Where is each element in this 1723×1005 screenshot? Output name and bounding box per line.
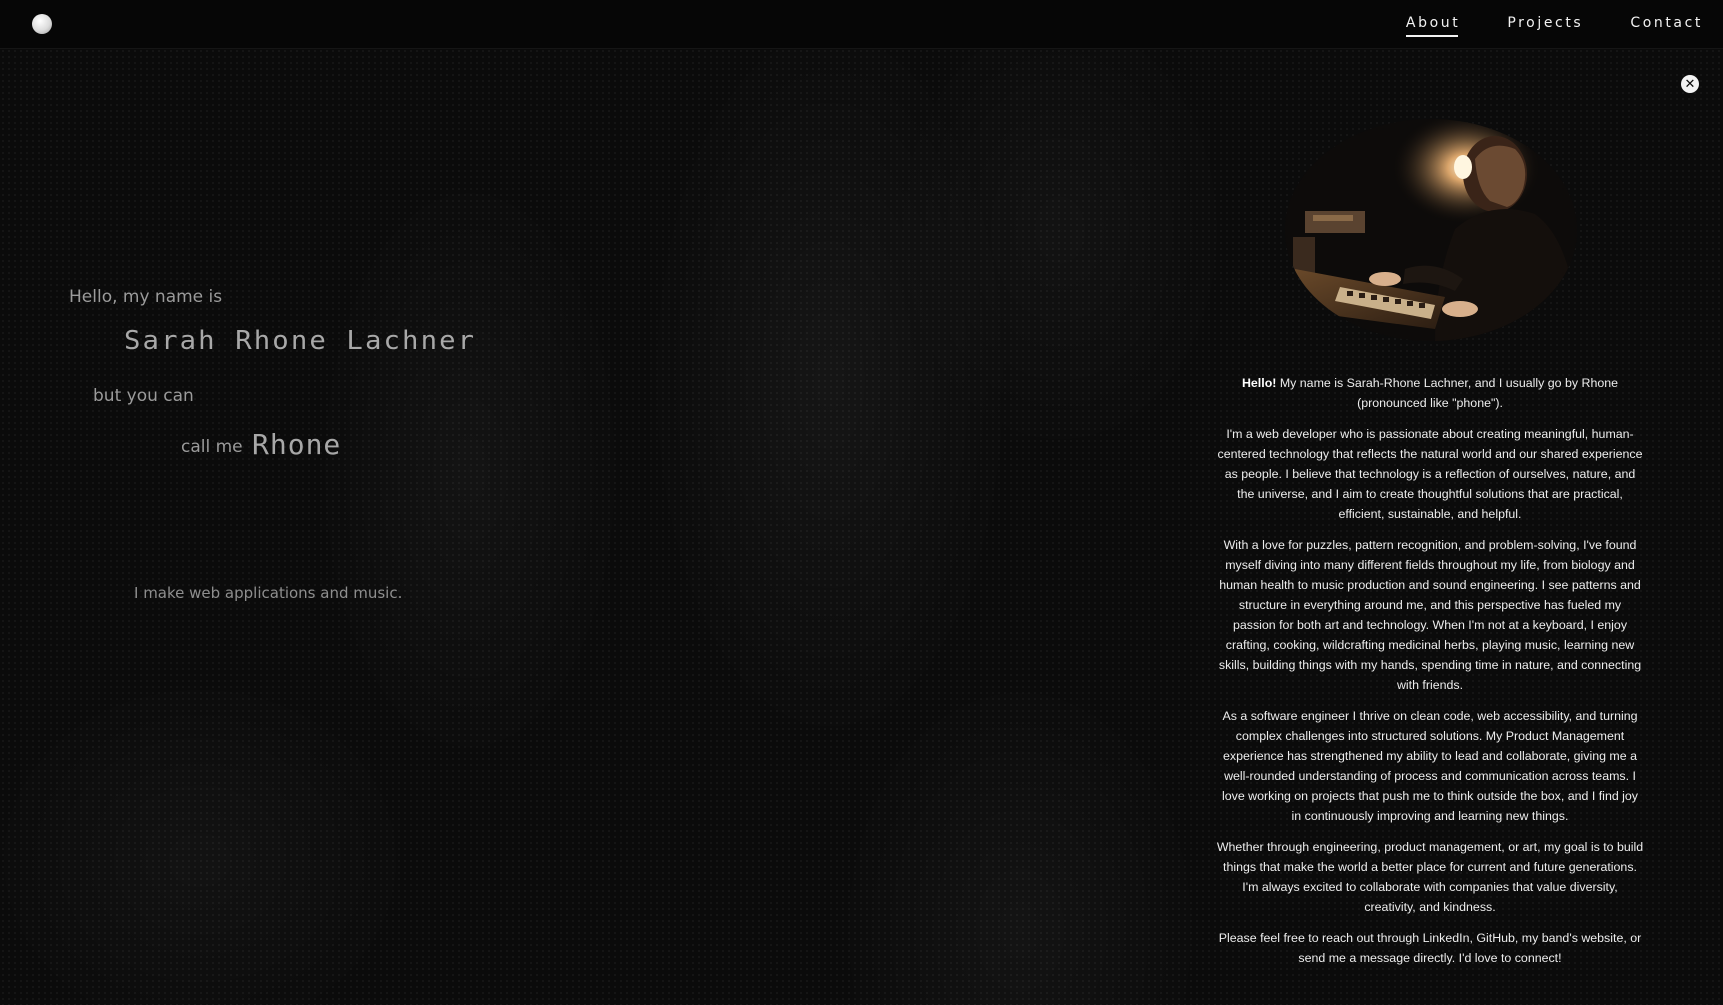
main-nav: About Projects Contact <box>1405 0 1723 48</box>
about-paragraph-2: I'm a web developer who is passionate ab… <box>1217 427 1643 521</box>
hero-nickname: Rhone <box>252 428 342 461</box>
hero-call-me-text: call me <box>181 437 243 457</box>
close-icon: ✕ <box>1684 76 1696 92</box>
about-paragraph-5: Whether through engineering, product man… <box>1216 840 1644 914</box>
about-greeting: Hello! <box>1241 376 1277 390</box>
nav-projects-link[interactable]: Projects <box>1507 11 1583 37</box>
about-intro: My name is Sarah-Rhone Lachner, and I us… <box>1276 376 1619 410</box>
hero-intro-text: Hello, my name is <box>69 287 223 307</box>
about-paragraph-4: As a software engineer I thrive on clean… <box>1221 709 1639 823</box>
hero-but-you-can-text: but you can <box>93 386 194 406</box>
hero-full-name: Sarah Rhone Lachner <box>124 326 477 356</box>
top-nav-bar: About Projects Contact <box>0 0 1723 49</box>
portrait-at-keyboard-image <box>1285 119 1577 341</box>
page: About Projects Contact Hello, my name is… <box>0 0 1723 1005</box>
about-paragraph-3: With a love for puzzles, pattern recogni… <box>1218 538 1642 692</box>
portrait-photo <box>1285 119 1577 341</box>
about-paragraph-6: Please feel free to reach out through Li… <box>1218 931 1642 965</box>
nav-about-link[interactable]: About <box>1405 11 1460 37</box>
nav-contact-link[interactable]: Contact <box>1630 11 1703 37</box>
about-text: Hello! My name is Sarah-Rhone Lachner, a… <box>1216 373 1644 979</box>
about-paragraph-1: Hello! My name is Sarah-Rhone Lachner, a… <box>1216 373 1644 413</box>
close-button[interactable]: ✕ <box>1681 75 1699 93</box>
circle-logo-icon[interactable] <box>32 14 52 34</box>
hero-tagline: I make web applications and music. <box>134 584 403 602</box>
